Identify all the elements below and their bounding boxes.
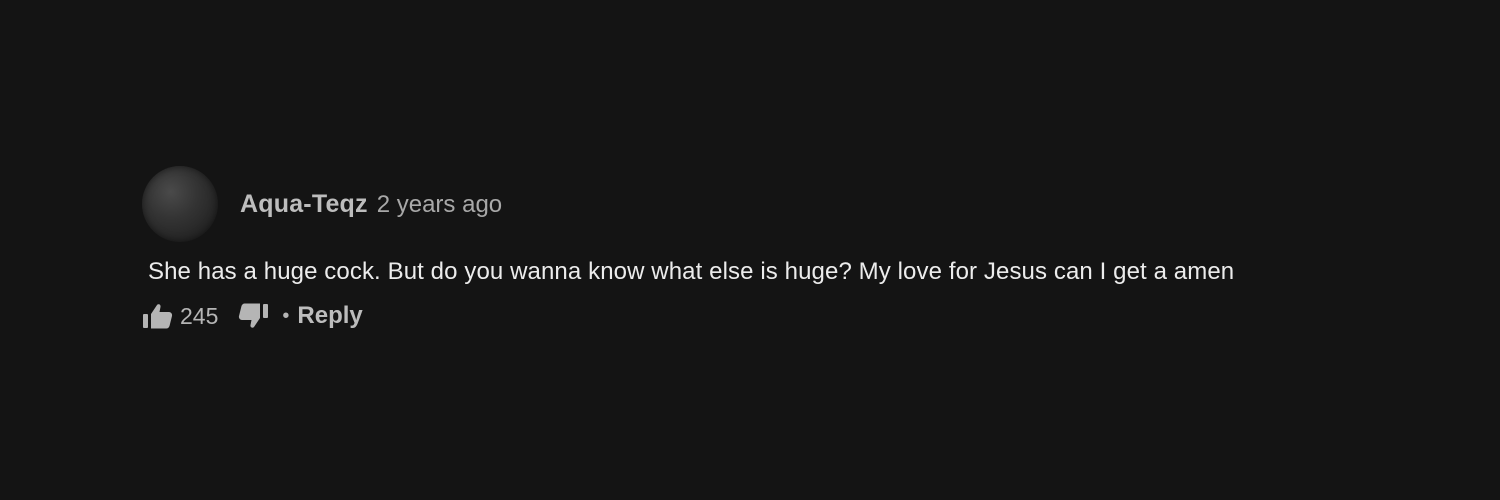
like-count: 245 [180,302,219,329]
comment-timestamp[interactable]: 2 years ago [377,191,502,219]
separator-dot: • [282,304,290,327]
comment-text: She has a huge cock. But do you wanna kn… [148,258,1235,285]
comment-header: Aqua-Teqz 2 years ago [240,190,502,219]
reply-button[interactable]: Reply [297,302,362,330]
author-name[interactable]: Aqua-Teqz [240,190,368,219]
thumbs-down-icon [236,302,270,330]
avatar[interactable] [142,166,218,242]
dislike-button[interactable] [236,302,270,330]
like-button[interactable] [142,302,174,330]
thumbs-up-icon [142,302,174,330]
comment-actions: 245 • Reply [142,300,363,332]
